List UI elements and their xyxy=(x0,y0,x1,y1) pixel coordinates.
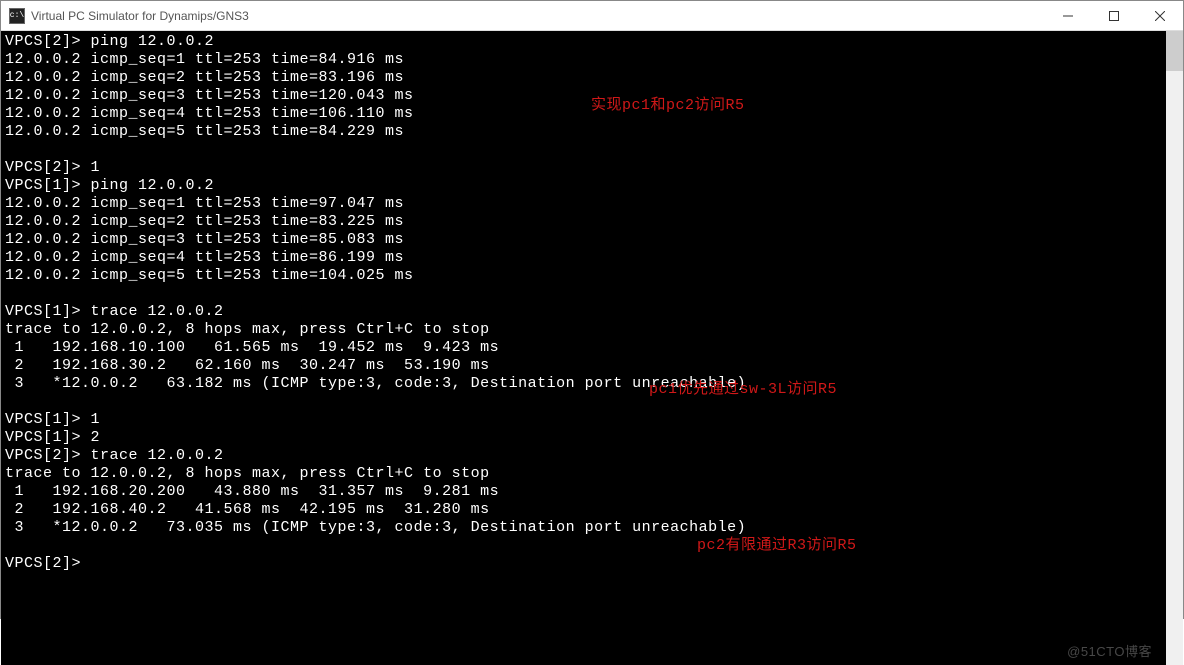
window-controls xyxy=(1045,1,1183,31)
annotation-3: pc2有限通过R3访问R5 xyxy=(697,537,857,555)
annotation-1: 实现pc1和pc2访问R5 xyxy=(591,97,745,115)
terminal-area: VPCS[2]> ping 12.0.0.2 12.0.0.2 icmp_seq… xyxy=(1,31,1183,665)
app-icon: c:\ xyxy=(9,8,25,24)
close-button[interactable] xyxy=(1137,1,1183,31)
terminal-output[interactable]: VPCS[2]> ping 12.0.0.2 12.0.0.2 icmp_seq… xyxy=(1,31,1166,665)
vertical-scrollbar[interactable] xyxy=(1166,31,1183,665)
maximize-icon xyxy=(1109,11,1119,21)
titlebar[interactable]: c:\ Virtual PC Simulator for Dynamips/GN… xyxy=(1,1,1183,31)
scrollbar-thumb[interactable] xyxy=(1166,31,1183,71)
annotation-2: pc1优先通过sw-3L访问R5 xyxy=(649,381,837,399)
app-window: c:\ Virtual PC Simulator for Dynamips/GN… xyxy=(0,0,1184,619)
close-icon xyxy=(1155,11,1165,21)
watermark: @51CTO博客 xyxy=(1067,643,1152,661)
maximize-button[interactable] xyxy=(1091,1,1137,31)
minimize-button[interactable] xyxy=(1045,1,1091,31)
minimize-icon xyxy=(1063,11,1073,21)
window-title: Virtual PC Simulator for Dynamips/GNS3 xyxy=(31,9,1045,23)
